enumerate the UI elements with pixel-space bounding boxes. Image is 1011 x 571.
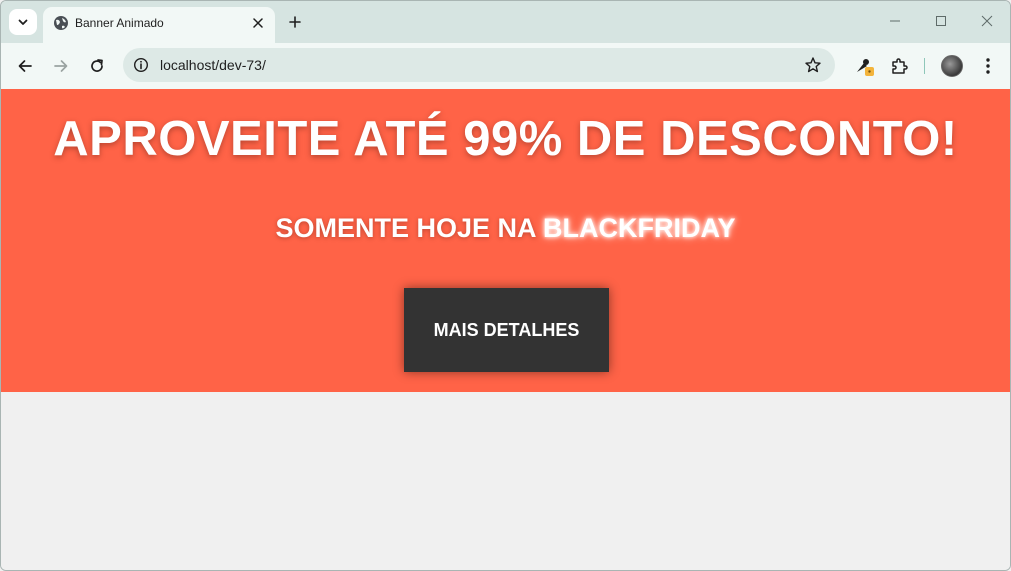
bookmark-star-icon[interactable] (803, 55, 823, 75)
close-tab-icon[interactable] (249, 14, 267, 32)
arrow-left-icon (18, 60, 32, 72)
tab-strip: Banner Animado (1, 1, 1010, 43)
blackfriday-highlight: BLACKFRIDAY (543, 213, 736, 243)
site-info-icon[interactable] (131, 55, 151, 75)
banner-subline: SOMENTE HOJE NA BLACKFRIDAY (1, 213, 1010, 244)
minimize-icon (890, 20, 900, 22)
extensions-puzzle-icon[interactable] (885, 52, 913, 80)
maximize-button[interactable] (928, 11, 954, 31)
menu-kebab-icon[interactable] (974, 52, 1002, 80)
new-tab-button[interactable] (283, 11, 307, 33)
minimize-button[interactable] (882, 11, 908, 31)
profile-avatar[interactable] (941, 55, 963, 77)
close-window-button[interactable] (974, 11, 1000, 31)
browser-window: Banner Animado localhost/dev-73/ APROVEI… (0, 0, 1011, 571)
reload-button[interactable] (83, 52, 111, 80)
globe-icon (54, 16, 68, 30)
browser-toolbar: localhost/dev-73/ (1, 43, 1010, 89)
promo-banner: APROVEITE ATÉ 99% DE DESCONTO! SOMENTE H… (1, 89, 1010, 392)
subline-prefix: SOMENTE HOJE NA (275, 213, 544, 243)
address-bar[interactable]: localhost/dev-73/ (123, 48, 835, 82)
tab-title: Banner Animado (75, 16, 164, 30)
reload-icon (91, 59, 103, 72)
chevron-down-icon (18, 19, 28, 25)
close-icon (981, 15, 993, 27)
arrow-right-icon (54, 60, 68, 72)
eyedropper-extension-icon[interactable] (850, 52, 878, 80)
toolbar-divider (924, 58, 925, 74)
more-details-button[interactable]: MAIS DETALHES (404, 288, 609, 372)
tab-banner-animado[interactable]: Banner Animado (43, 7, 275, 43)
page-viewport: APROVEITE ATÉ 99% DE DESCONTO! SOMENTE H… (1, 89, 1010, 570)
banner-headline: APROVEITE ATÉ 99% DE DESCONTO! (53, 112, 958, 166)
tab-search-button[interactable] (9, 9, 37, 35)
back-button[interactable] (11, 52, 39, 80)
plus-icon (289, 16, 301, 28)
url-text[interactable]: localhost/dev-73/ (160, 57, 266, 73)
maximize-icon (936, 16, 946, 26)
forward-button[interactable] (47, 52, 75, 80)
